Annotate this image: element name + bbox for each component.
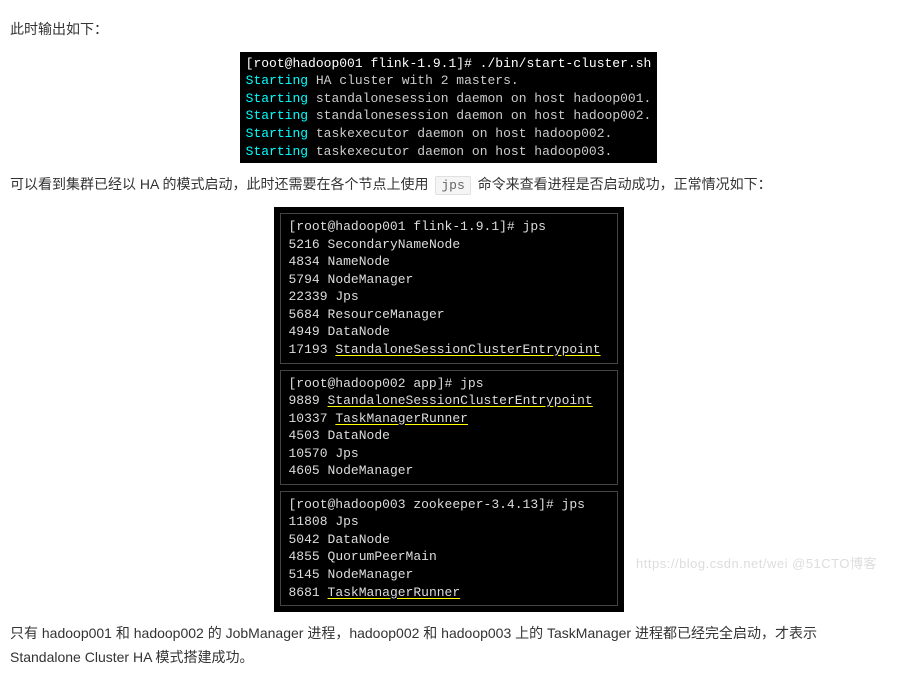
process-pid: 4503 xyxy=(289,428,320,443)
process-pid: 4949 xyxy=(289,324,320,339)
process-pid: 5145 xyxy=(289,567,320,582)
process-name: QuorumPeerMain xyxy=(328,549,437,564)
terminal-prompt: [root@hadoop001 flink-1.9.1]# jps xyxy=(289,218,609,236)
terminal-prompt: [root@hadoop003 zookeeper-3.4.13]# jps xyxy=(289,496,609,514)
process-name: DataNode xyxy=(328,532,390,547)
jps-line: 4949 DataNode xyxy=(289,323,609,341)
jps-line: 11808 Jps xyxy=(289,513,609,531)
process-name: NameNode xyxy=(328,254,390,269)
jps-line: 4503 DataNode xyxy=(289,427,609,445)
jps-panel-hadoop002: [root@hadoop002 app]# jps9889 Standalone… xyxy=(280,370,618,485)
process-pid: 4605 xyxy=(289,463,320,478)
mid-text-b: 命令来查看进程是否启动成功，正常情况如下： xyxy=(478,176,772,192)
jps-line: 22339 Jps xyxy=(289,288,609,306)
terminal-line: Starting taskexecutor daemon on host had… xyxy=(246,125,652,143)
process-name: DataNode xyxy=(328,428,390,443)
terminal-line-text: standalonesession daemon on host hadoop0… xyxy=(316,108,651,123)
mid-paragraph: 可以看到集群已经以 HA 的模式启动，此时还需要在各个节点上使用 jps 命令来… xyxy=(10,173,887,197)
inline-code-jps: jps xyxy=(435,176,470,195)
process-pid: 10337 xyxy=(289,411,328,426)
terminal-output-1-wrap: [root@hadoop001 flink-1.9.1]# ./bin/star… xyxy=(10,52,887,163)
terminal-line: Starting HA cluster with 2 masters. xyxy=(246,72,652,90)
jps-line: 10337 TaskManagerRunner xyxy=(289,410,609,428)
terminal-output-2-wrap: [root@hadoop001 flink-1.9.1]# jps5216 Se… xyxy=(10,207,887,612)
starting-keyword: Starting xyxy=(246,73,308,88)
jps-panel-hadoop003: [root@hadoop003 zookeeper-3.4.13]# jps11… xyxy=(280,491,618,606)
process-pid: 11808 xyxy=(289,514,328,529)
jps-line: 4855 QuorumPeerMain xyxy=(289,548,609,566)
terminal-line: Starting standalonesession daemon on hos… xyxy=(246,107,652,125)
process-name: NodeManager xyxy=(328,463,414,478)
process-pid: 5216 xyxy=(289,237,320,252)
process-name: ResourceManager xyxy=(328,307,445,322)
process-pid: 4855 xyxy=(289,549,320,564)
jps-line: 4834 NameNode xyxy=(289,253,609,271)
terminal-prompt: [root@hadoop001 flink-1.9.1]# ./bin/star… xyxy=(246,55,652,73)
process-name: SecondaryNameNode xyxy=(328,237,461,252)
jps-line: 17193 StandaloneSessionClusterEntrypoint xyxy=(289,341,609,359)
jps-line: 4605 NodeManager xyxy=(289,462,609,480)
process-pid: 17193 xyxy=(289,342,328,357)
mid-text-a: 可以看到集群已经以 HA 的模式启动，此时还需要在各个节点上使用 xyxy=(10,176,432,192)
process-pid: 5794 xyxy=(289,272,320,287)
jps-panel-hadoop001: [root@hadoop001 flink-1.9.1]# jps5216 Se… xyxy=(280,213,618,363)
jps-line: 5216 SecondaryNameNode xyxy=(289,236,609,254)
process-name: DataNode xyxy=(328,324,390,339)
process-name: TaskManagerRunner xyxy=(335,411,468,426)
process-name: NodeManager xyxy=(328,567,414,582)
process-name: NodeManager xyxy=(328,272,414,287)
terminal-line: Starting taskexecutor daemon on host had… xyxy=(246,143,652,161)
process-pid: 9889 xyxy=(289,393,320,408)
starting-keyword: Starting xyxy=(246,126,308,141)
terminal-line-text: HA cluster with 2 masters. xyxy=(316,73,519,88)
terminal-line-text: standalonesession daemon on host hadoop0… xyxy=(316,91,651,106)
terminal-line-text: taskexecutor daemon on host hadoop002. xyxy=(316,126,612,141)
process-pid: 8681 xyxy=(289,585,320,600)
terminal-line-text: taskexecutor daemon on host hadoop003. xyxy=(316,144,612,159)
process-pid: 10570 xyxy=(289,446,328,461)
process-pid: 5684 xyxy=(289,307,320,322)
jps-line: 5042 DataNode xyxy=(289,531,609,549)
starting-keyword: Starting xyxy=(246,108,308,123)
process-name: Jps xyxy=(335,446,358,461)
jps-line: 5684 ResourceManager xyxy=(289,306,609,324)
starting-keyword: Starting xyxy=(246,91,308,106)
process-name: Jps xyxy=(335,289,358,304)
terminal-output-1: [root@hadoop001 flink-1.9.1]# ./bin/star… xyxy=(240,52,658,163)
outro-text: 只有 hadoop001 和 hadoop002 的 JobManager 进程… xyxy=(10,622,887,670)
process-name: Jps xyxy=(335,514,358,529)
terminal-line: Starting standalonesession daemon on hos… xyxy=(246,90,652,108)
process-pid: 4834 xyxy=(289,254,320,269)
jps-line: 9889 StandaloneSessionClusterEntrypoint xyxy=(289,392,609,410)
process-name: StandaloneSessionClusterEntrypoint xyxy=(335,342,600,357)
jps-line: 5145 NodeManager xyxy=(289,566,609,584)
terminal-prompt: [root@hadoop002 app]# jps xyxy=(289,375,609,393)
terminal-output-2: [root@hadoop001 flink-1.9.1]# jps5216 Se… xyxy=(274,207,624,612)
jps-line: 10570 Jps xyxy=(289,445,609,463)
process-pid: 22339 xyxy=(289,289,328,304)
jps-line: 8681 TaskManagerRunner xyxy=(289,584,609,602)
starting-keyword: Starting xyxy=(246,144,308,159)
process-name: TaskManagerRunner xyxy=(328,585,461,600)
process-pid: 5042 xyxy=(289,532,320,547)
process-name: StandaloneSessionClusterEntrypoint xyxy=(328,393,593,408)
intro-text: 此时输出如下： xyxy=(10,18,887,42)
jps-line: 5794 NodeManager xyxy=(289,271,609,289)
